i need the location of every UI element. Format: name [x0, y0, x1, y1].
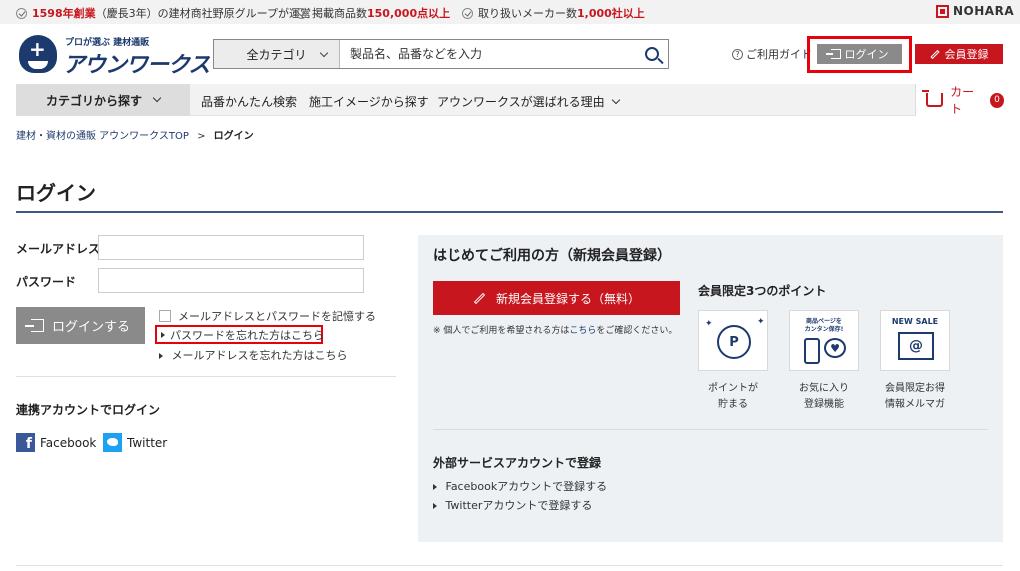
helmet-logo-icon [19, 35, 57, 73]
breadcrumb: 建材・資材の通販 アウンワークスTOP > ログイン [16, 127, 254, 142]
maker-count-info: 取り扱いメーカー数 1,000社以上 [462, 5, 645, 21]
bottom-divider [16, 565, 1003, 566]
chevron-down-icon [611, 95, 620, 104]
login-icon [825, 49, 841, 59]
nav-item-construction-images[interactable]: 施工イメージから探す [309, 93, 429, 110]
search-bar: 全カテゴリ [213, 39, 669, 69]
forgot-email-link[interactable]: メールアドレスを忘れた方はこちら [159, 347, 348, 363]
search-category-select[interactable]: 全カテゴリ [214, 40, 340, 68]
chevron-down-icon [319, 48, 329, 58]
search-button[interactable] [636, 40, 668, 68]
twitter-icon [103, 433, 122, 452]
external-register-title: 外部サービスアカウントで登録 [433, 456, 602, 470]
facebook-login-link[interactable]: f Facebook [16, 433, 96, 452]
member-points-title: 会員限定3つのポイント [698, 284, 827, 298]
pencil-icon [473, 292, 486, 304]
twitter-login-link[interactable]: Twitter [103, 433, 167, 452]
nohara-mark-icon [936, 4, 949, 18]
newsletter-envelope-icon: NEW SALE @ [880, 310, 950, 371]
check-circle-icon [462, 7, 473, 19]
chevron-down-icon [152, 93, 162, 103]
triangle-right-icon [433, 484, 437, 490]
facebook-register-link[interactable]: Facebookアカウントで登録する [433, 478, 607, 494]
register-note: ※ 個人でご利用を希望される方はこちらをご確認ください。 [433, 326, 678, 336]
nav-item-part-number-search[interactable]: 品番かんたん検索 [201, 93, 297, 110]
search-input[interactable] [340, 40, 636, 68]
triangle-right-icon [159, 353, 163, 359]
title-divider [16, 211, 1003, 213]
main-nav: カテゴリから探す 品番かんたん検索 施工イメージから探す アウンワークスが選ばれ… [16, 84, 1005, 116]
search-icon [645, 47, 659, 61]
email-field[interactable] [98, 235, 364, 260]
section-divider [16, 376, 396, 377]
sns-login-title: 連携アカウントでログイン [16, 403, 161, 417]
email-label: メールアドレス [16, 242, 101, 256]
product-count-info: 掲載商品数 150,000点以上 [296, 5, 450, 21]
nav-item-why-choose[interactable]: アウンワークスが選ばれる理由 [437, 93, 620, 110]
breadcrumb-current: ログイン [213, 131, 254, 142]
login-submit-button[interactable]: ログインする [16, 307, 145, 344]
triangle-right-icon [433, 503, 437, 509]
remember-checkbox[interactable] [159, 310, 171, 322]
points-coin-icon: ✦ ✦ P [698, 310, 768, 371]
password-label: パスワード [16, 275, 77, 289]
login-icon [24, 319, 44, 332]
top-info-bar: 1598年創業 （慶長3年）の建材商社野原グループが運営 掲載商品数 150,0… [0, 0, 1020, 24]
header-login-button[interactable]: ログイン [817, 44, 902, 64]
question-icon: ? [732, 48, 743, 60]
pencil-icon [929, 49, 940, 59]
founding-info: 1598年創業 （慶長3年）の建材商社野原グループが運営 [16, 5, 311, 21]
facebook-icon: f [16, 433, 35, 452]
point-label-favorite: お気に入り 登録機能 [799, 383, 849, 410]
nav-category-menu[interactable]: カテゴリから探す [16, 84, 190, 116]
page-title: ログイン [16, 181, 96, 205]
forgot-password-link[interactable]: パスワードを忘れた方はこちら [155, 325, 324, 344]
breadcrumb-home-link[interactable]: 建材・資材の通販 アウンワークスTOP [16, 131, 189, 142]
personal-use-link[interactable]: こちら [569, 326, 596, 336]
logo-wordmark: アウンワークス [63, 53, 210, 78]
point-label-points: ポイントが 貯まる [708, 383, 758, 410]
register-button[interactable]: 新規会員登録する（無料） [433, 281, 680, 315]
check-circle-icon [16, 7, 27, 19]
point-label-newsletter: 会員限定お得 情報メルマガ [885, 383, 945, 410]
check-circle-icon [296, 7, 307, 19]
cart-count-badge: 0 [989, 92, 1005, 108]
site-logo[interactable]: プロが選ぶ 建材通販 アウンワークス [19, 33, 210, 78]
cart-icon [921, 90, 944, 107]
register-title: はじめてご利用の方（新規会員登録） [433, 248, 671, 264]
favorite-phone-icon: 商品ページを カンタン保存! ♥ [789, 310, 859, 371]
register-panel: はじめてご利用の方（新規会員登録） 新規会員登録する（無料） ※ 個人でご利用を… [418, 235, 1003, 542]
triangle-right-icon [161, 331, 165, 338]
twitter-register-link[interactable]: Twitterアカウントで登録する [433, 497, 592, 513]
password-field[interactable] [98, 268, 364, 293]
panel-divider [433, 429, 988, 430]
header-register-button[interactable]: 会員登録 [915, 44, 1003, 64]
guide-link[interactable]: ? ご利用ガイド [732, 46, 812, 62]
nohara-logo[interactable]: NOHARA [936, 4, 1014, 18]
remember-checkbox-row[interactable]: メールアドレスとパスワードを記憶する [159, 308, 376, 324]
cart-button[interactable]: カート 0 [915, 84, 1005, 116]
breadcrumb-separator: > [197, 131, 206, 142]
